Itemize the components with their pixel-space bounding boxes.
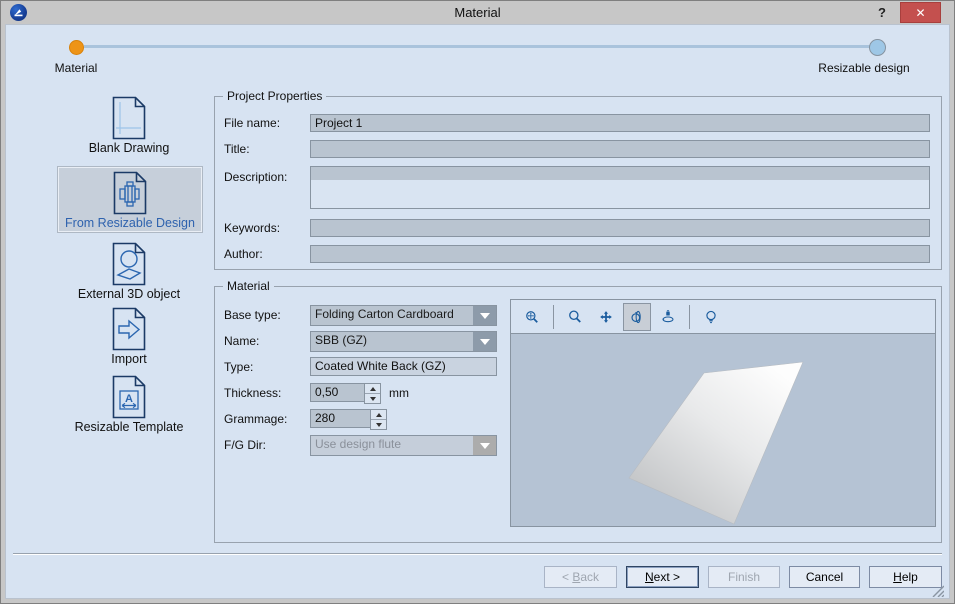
light-source-icon[interactable] — [697, 303, 725, 331]
keywords-field[interactable] — [310, 219, 930, 237]
window-title: Material — [1, 5, 954, 20]
toolbar-separator — [553, 305, 554, 329]
sidebar-item-label: Import — [111, 352, 146, 366]
sidebar-item-external-3d-object[interactable]: External 3D object — [58, 239, 200, 301]
title-field[interactable] — [310, 140, 930, 158]
thickness-unit: mm — [389, 386, 409, 400]
close-button[interactable]: ✕ — [900, 2, 941, 23]
from-resizable-design-icon — [113, 171, 147, 215]
zoom-icon[interactable] — [561, 303, 589, 331]
footer-separator — [13, 553, 942, 555]
type-label: Type: — [224, 360, 253, 374]
preview-toolbar — [511, 300, 935, 334]
project-properties-legend: Project Properties — [223, 89, 326, 103]
preview-viewport[interactable] — [511, 334, 935, 526]
material-legend: Material — [223, 279, 274, 293]
zoom-rectangle-icon[interactable] — [518, 303, 546, 331]
file-name-label: File name: — [224, 116, 280, 130]
thickness-field[interactable]: 0,50 — [310, 383, 366, 402]
blank-drawing-icon — [112, 96, 146, 140]
description-first-line — [311, 167, 929, 180]
cancel-button[interactable]: Cancel — [789, 566, 860, 588]
material-preview-panel — [510, 299, 936, 527]
spin-down-icon[interactable] — [365, 394, 380, 403]
back-button[interactable]: < Back — [544, 566, 617, 588]
spin-up-icon[interactable] — [371, 410, 386, 420]
toolbar-separator — [689, 305, 690, 329]
material-dialog: Material ? ✕ Material Resizable design B… — [0, 0, 955, 604]
finish-button[interactable]: Finish — [708, 566, 780, 588]
chevron-down-icon — [473, 436, 496, 455]
title-label: Title: — [224, 142, 250, 156]
help-titlebar-button[interactable]: ? — [872, 3, 890, 21]
grammage-spinner[interactable] — [370, 409, 387, 430]
author-field[interactable] — [310, 245, 930, 263]
fg-dir-combobox: Use design flute — [310, 435, 497, 456]
next-button[interactable]: Next > — [626, 566, 699, 588]
type-field: Coated White Back (GZ) — [310, 357, 497, 376]
sidebar-item-import[interactable]: Import — [58, 304, 200, 366]
project-properties-group: Project Properties File name: Project 1 … — [214, 96, 942, 270]
sidebar-item-label: External 3D object — [78, 287, 180, 301]
sidebar-item-resizable-template[interactable]: A Resizable Template — [58, 372, 200, 434]
resize-grip[interactable] — [930, 585, 944, 597]
description-label: Description: — [224, 170, 287, 184]
sidebar-item-label: From Resizable Design — [65, 216, 195, 230]
base-type-combobox[interactable]: Folding Carton Cardboard — [310, 305, 497, 326]
file-name-field[interactable]: Project 1 — [310, 114, 930, 132]
keywords-label: Keywords: — [224, 221, 280, 235]
thickness-spinner[interactable] — [364, 383, 381, 404]
wizard-step-current-dot — [69, 40, 84, 55]
thickness-label: Thickness: — [224, 386, 281, 400]
import-icon — [112, 307, 146, 351]
sidebar-item-label: Blank Drawing — [89, 141, 170, 155]
grammage-label: Grammage: — [224, 412, 287, 426]
name-value: SBB (GZ) — [311, 332, 473, 351]
fg-dir-label: F/G Dir: — [224, 438, 266, 452]
spin-down-icon[interactable] — [371, 420, 386, 429]
spin-icon[interactable] — [654, 303, 682, 331]
pan-icon[interactable] — [592, 303, 620, 331]
fg-dir-value: Use design flute — [311, 436, 473, 455]
sidebar-item-from-resizable-design[interactable]: From Resizable Design — [58, 167, 202, 232]
sidebar-item-blank-drawing[interactable]: Blank Drawing — [58, 93, 200, 155]
svg-text:A: A — [125, 393, 133, 405]
chevron-down-icon[interactable] — [473, 332, 496, 351]
resizable-template-icon: A — [112, 375, 146, 419]
name-label: Name: — [224, 334, 259, 348]
name-combobox[interactable]: SBB (GZ) — [310, 331, 497, 352]
material-sheet-3d — [511, 334, 933, 526]
grammage-field[interactable]: 280 — [310, 409, 371, 428]
rotate-design-icon[interactable] — [623, 303, 651, 331]
wizard-step-current-label: Material — [41, 61, 111, 75]
author-label: Author: — [224, 247, 263, 261]
sidebar-item-label: Resizable Template — [75, 420, 184, 434]
wizard-track — [84, 45, 870, 48]
wizard-step-next-label: Resizable design — [804, 61, 924, 75]
base-type-label: Base type: — [224, 308, 281, 322]
spin-up-icon[interactable] — [365, 384, 380, 394]
base-type-value: Folding Carton Cardboard — [311, 306, 473, 325]
material-group: Material Base type: Folding Carton Cardb… — [214, 286, 942, 543]
titlebar[interactable]: Material ? ✕ — [1, 1, 954, 24]
description-field[interactable] — [310, 166, 930, 209]
wizard-step-next-dot — [869, 39, 886, 56]
chevron-down-icon[interactable] — [473, 306, 496, 325]
external-3d-object-icon — [112, 242, 146, 286]
